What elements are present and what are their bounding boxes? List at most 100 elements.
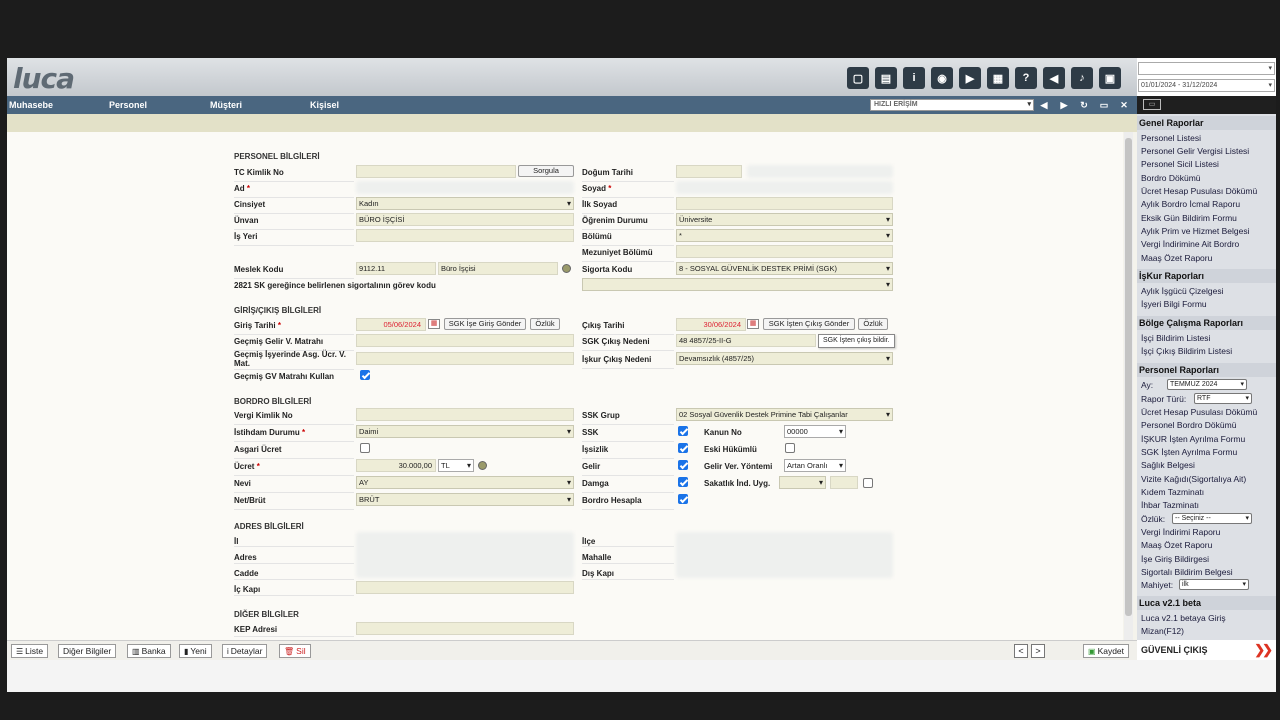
adres-blur-inputs[interactable] [356,532,574,578]
sil-button[interactable]: 🗑 Sil [279,644,311,658]
bordro-hesapla-checkbox[interactable] [678,494,688,504]
sidebar-link[interactable]: Maaş Özet Raporu [1141,540,1212,550]
calculator-icon[interactable]: ▦ [987,67,1009,89]
calendar-icon[interactable]: ▦ [747,319,759,329]
next-record-icon[interactable]: > [1031,644,1045,658]
mahiyet-select[interactable]: ilk ▾ [1179,579,1249,590]
bolum-select[interactable]: * ▾ [676,229,893,242]
mezuniyet-input[interactable] [676,245,893,258]
sidebar-link[interactable]: Maaş Özet Raporu [1141,253,1212,263]
tc-input[interactable] [356,165,516,178]
menu-musteri[interactable]: Müşteri [210,100,242,110]
ogrenim-select[interactable]: Üniversite ▾ [676,213,893,226]
sidebar-link[interactable]: Personel Gelir Vergisi Listesi [1141,146,1249,156]
next-icon[interactable]: ▶ [1058,99,1070,111]
sidebar-link[interactable]: Vizite Kağıdı(Sigortalıya Ait) [1141,474,1246,484]
gecmis-gv-checkbox[interactable] [360,370,370,380]
ucret-input[interactable]: 30.000,00 [356,459,436,472]
sidebar-link[interactable]: Kıdem Tazminatı [1141,487,1204,497]
soyad-input[interactable] [676,181,893,194]
menu-kisisel[interactable]: Kişisel [310,100,339,110]
company-select[interactable]: ▾ [1138,62,1275,75]
sidebar-link[interactable]: İşe Giriş Bildirgesi [1141,554,1209,564]
ay-select[interactable]: TEMMUZ 2024 ▾ [1167,379,1247,390]
dogum-input[interactable] [676,165,742,178]
sidebar-link[interactable]: Aylık Bordro İcmal Raporu [1141,199,1240,209]
prev-icon[interactable]: ◀ [1038,99,1050,111]
kep-input[interactable] [356,622,574,635]
globe-icon[interactable]: ◉ [931,67,953,89]
sgk-neden-input[interactable]: 48 4857/25-II-G [676,334,816,347]
guvenli-cikis-button[interactable]: GÜVENLİ ÇIKIŞ ❯❯ [1137,640,1276,660]
yeni-button[interactable]: ▮ Yeni [179,644,212,658]
refresh-icon[interactable]: ↻ [1078,99,1090,111]
sgk-ise-giris-button[interactable]: SGK İşe Giriş Gönder [444,318,526,330]
calendar-icon[interactable]: ▦ [428,319,440,329]
menu-muhasebe[interactable]: Muhasebe [9,100,53,110]
giris-date-input[interactable]: 05/06/2024 [356,318,426,331]
ozluk-giris-button[interactable]: Özlük [530,318,560,330]
ic-kapi-input[interactable] [356,581,574,594]
damga-checkbox[interactable] [678,477,688,487]
net-select[interactable]: BRÜT ▾ [356,493,574,506]
sidebar-link[interactable]: Luca v2.1 betaya Giriş [1141,613,1226,623]
sidebar-link[interactable]: İŞKUR İşten Ayrılma Formu [1141,434,1245,444]
sidebar-link[interactable]: SGK İşten Ayrılma Formu [1141,447,1237,457]
doviz-select[interactable]: TL ▾ [438,459,474,472]
sidebar-link[interactable]: İşyeri Bilgi Formu [1141,299,1207,309]
bell-icon[interactable]: ♪ [1071,67,1093,89]
sidebar-link[interactable]: Vergi İndirimi Raporu [1141,527,1220,537]
cikis-date-input[interactable]: 30/06/2024 [676,318,746,331]
meslek-kodu-input[interactable]: 9112.11 [356,262,436,275]
iskur-neden-select[interactable]: Devamsızlık (4857/25) ▾ [676,352,893,365]
diger-bilgiler-button[interactable]: Diğer Bilgiler [58,644,117,658]
asgari-checkbox[interactable] [360,443,370,453]
ad-input[interactable] [356,181,574,194]
unvan-input[interactable]: BÜRO İŞÇİSİ [356,213,574,226]
sidebar-link[interactable]: Mizan(F12) [1141,626,1184,636]
sakatlik-checkbox[interactable] [863,478,873,488]
sakatlik-select[interactable]: ▾ [779,476,826,489]
ozluk-cikis-button[interactable]: Özlük [858,318,888,330]
youtube-icon[interactable]: ▶ [959,67,981,89]
sidebar-link[interactable]: Personel Listesi [1141,133,1201,143]
megaphone-icon[interactable]: ◀ [1043,67,1065,89]
sakatlik-input[interactable] [830,476,858,489]
meslek-lookup-icon[interactable] [562,264,571,273]
gelir-yontem-select[interactable]: Artan Oranlı ▾ [784,459,846,472]
prev-record-icon[interactable]: < [1014,644,1028,658]
rapor-turu-select[interactable]: RTF ▾ [1194,393,1252,404]
kaydet-button[interactable]: ▣ Kaydet [1083,644,1130,658]
sidebar-link[interactable]: Ücret Hesap Pusulası Dökümü [1141,186,1257,196]
info-icon[interactable]: i [903,67,925,89]
window-icon[interactable]: ▭ [1143,99,1161,110]
liste-button[interactable]: ☰ Liste [11,644,49,658]
istihdam-select[interactable]: Daimi ▾ [356,425,574,438]
document-icon[interactable]: ▢ [847,67,869,89]
adres-right-blur-inputs[interactable] [676,532,893,578]
issizlik-checkbox[interactable] [678,443,688,453]
quick-access-select[interactable]: HIZLI ERİŞİM ▾ [870,99,1034,111]
gecmis-asg-input[interactable] [356,352,574,365]
sidebar-link[interactable]: Aylık İşgücü Çizelgesi [1141,286,1224,296]
cinsiyet-select[interactable]: Kadın ▾ [356,197,574,210]
sidebar-link[interactable]: Sağlık Belgesi [1141,460,1195,470]
sidebar-link[interactable]: Eksik Gün Bildirim Formu [1141,213,1237,223]
window-icon[interactable]: ▭ [1098,99,1110,111]
sidebar-link[interactable]: Vergi İndirimine Ait Bordro [1141,239,1239,249]
sidebar-link[interactable]: Bordro Dökümü [1141,173,1201,183]
nevi-select[interactable]: AY ▾ [356,476,574,489]
kanun-select[interactable]: 00000 ▾ [784,425,846,438]
sidebar-link[interactable]: Ücret Hesap Pusulası Dökümü [1141,407,1257,417]
sidebar-link[interactable]: İhbar Tazminatı [1141,500,1199,510]
gecmis-gelir-input[interactable] [356,334,574,347]
sigorta-select[interactable]: 8 - SOSYAL GÜVENLİK DESTEK PRİMİ (SGK) ▾ [676,262,893,275]
help-icon[interactable]: ? [1015,67,1037,89]
form-scrollbar[interactable] [1124,132,1133,640]
sidebar-link[interactable]: Sigortalı Bildirim Belgesi [1141,567,1233,577]
ilk-soyad-input[interactable] [676,197,893,210]
notebook-icon[interactable]: ▣ [1099,67,1121,89]
sidebar-link[interactable]: İşçi Çıkış Bildirim Listesi [1141,346,1232,356]
sgk-isten-cikis-button[interactable]: SGK İşten Çıkış Gönder [763,318,855,330]
menu-personel[interactable]: Personel [109,100,147,110]
